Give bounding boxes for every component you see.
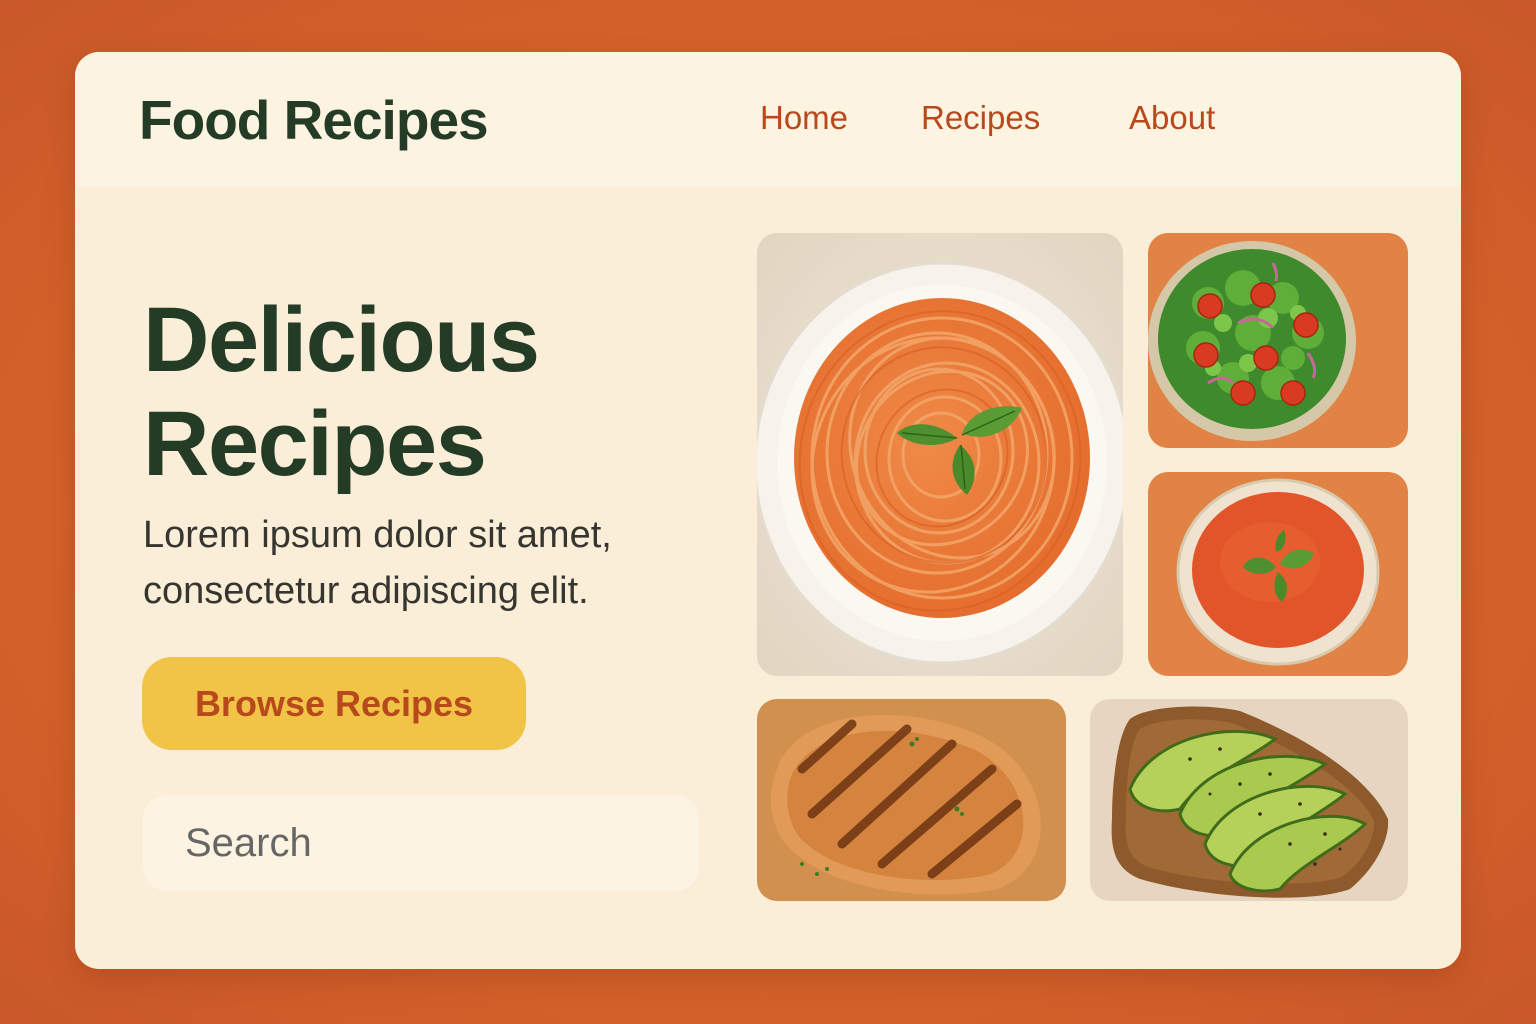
salad-illustration	[1148, 233, 1408, 448]
hero-title-line: Recipes	[143, 393, 487, 495]
search-input[interactable]	[183, 819, 667, 867]
top-header: Food Recipes Home Recipes About	[75, 52, 1461, 187]
site-logo-text[interactable]: Food Recipes	[139, 88, 489, 152]
spaghetti-photo[interactable]	[757, 233, 1123, 676]
hero-subtitle: Lorem ipsum dolor sit amet, consectetur …	[143, 507, 703, 619]
tomato-soup-illustration	[1148, 472, 1408, 676]
nav-link-home[interactable]: Home	[760, 99, 848, 137]
hero-title: Delicious Recipes	[143, 288, 540, 496]
spaghetti-illustration	[757, 233, 1123, 676]
avocado-toast-photo[interactable]	[1090, 699, 1408, 901]
page-background: Food Recipes Home Recipes About Deliciou…	[0, 0, 1536, 1024]
salad-photo[interactable]	[1148, 233, 1408, 448]
browse-recipes-button[interactable]: Browse Recipes	[142, 657, 526, 750]
grilled-chicken-illustration	[757, 699, 1066, 901]
landing-card: Food Recipes Home Recipes About Deliciou…	[75, 52, 1461, 969]
avocado-toast-illustration	[1090, 699, 1408, 901]
search-box[interactable]	[143, 795, 699, 891]
hero-subtitle-line: Lorem ipsum dolor sit amet,	[143, 514, 612, 556]
tomato-soup-photo[interactable]	[1148, 472, 1408, 676]
nav-link-recipes[interactable]: Recipes	[921, 99, 1040, 137]
hero-title-line: Delicious	[143, 289, 540, 391]
hero-subtitle-line: consectetur adipiscing elit.	[143, 570, 589, 612]
grilled-chicken-photo[interactable]	[757, 699, 1066, 901]
nav-link-about[interactable]: About	[1129, 99, 1215, 137]
